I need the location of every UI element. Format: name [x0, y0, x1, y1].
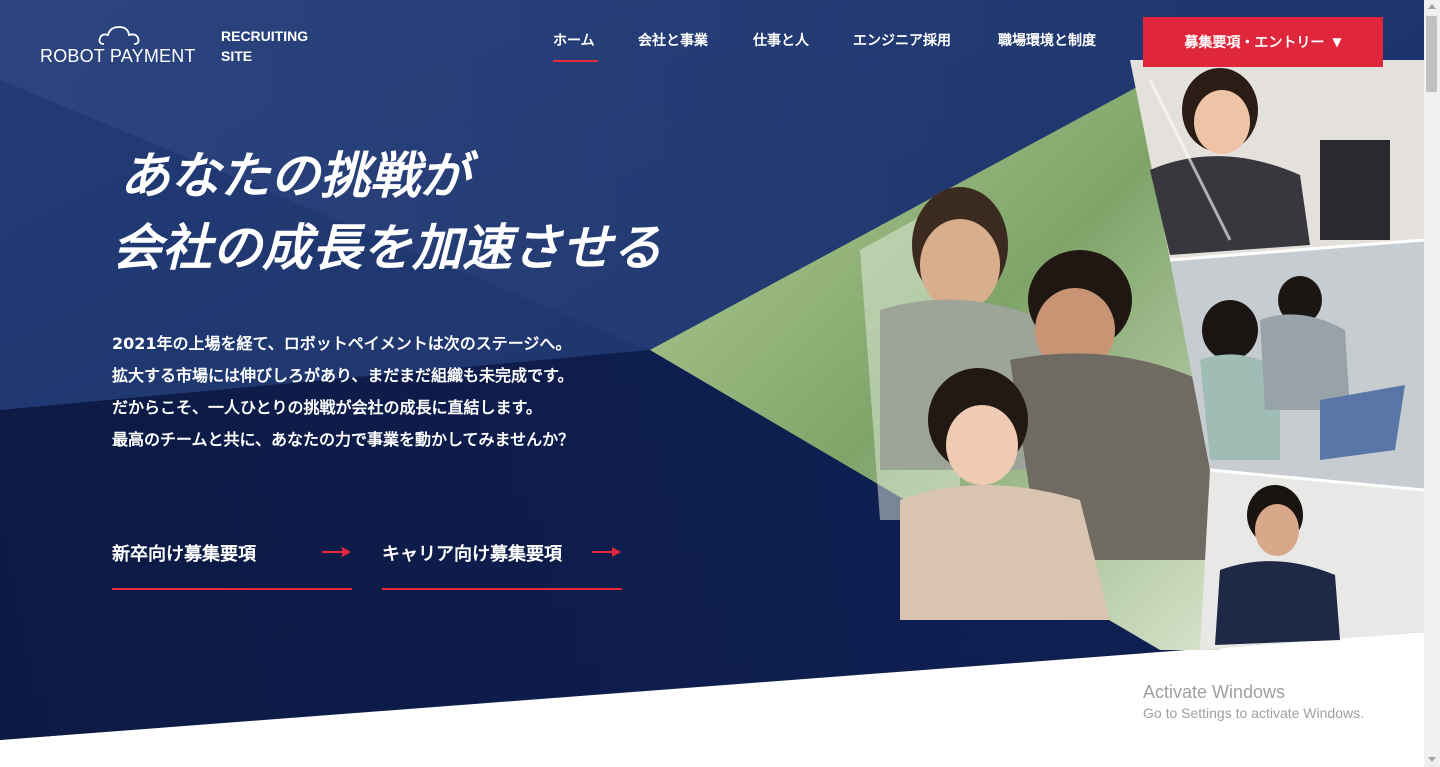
activate-windows-watermark: Activate Windows Go to Settings to activ… — [1143, 682, 1364, 721]
hero-headline: あなたの挑戦が 会社の成長を加速させる — [112, 140, 662, 284]
arrow-right-icon — [322, 547, 351, 557]
arrow-right-icon — [592, 547, 621, 557]
nav-item-work-people[interactable]: 仕事と人 — [753, 30, 809, 50]
scroll-thumb[interactable] — [1426, 16, 1437, 92]
scroll-up-icon[interactable] — [1428, 4, 1436, 9]
logo-text: ROBOT PAYMENT — [40, 46, 196, 66]
site-label-line2: SITE — [221, 48, 253, 64]
company-logo[interactable]: ROBOT PAYMENT — [40, 24, 200, 68]
link-label: 新卒向け募集要項 — [112, 544, 256, 565]
nav-item-engineer[interactable]: エンジニア採用 — [853, 30, 951, 50]
career-link[interactable]: キャリア向け募集要項 — [382, 538, 622, 590]
scroll-down-icon[interactable] — [1428, 757, 1436, 762]
activate-title: Activate Windows — [1143, 682, 1286, 702]
hero-body: 2021年の上場を経て、ロボットペイメントは次のステージへ。 拡大する市場には伸… — [112, 328, 574, 456]
caret-down-icon: ▼ — [1332, 35, 1342, 49]
entry-button[interactable]: 募集要項・エントリー ▼ — [1143, 17, 1383, 67]
nav-active-indicator — [553, 60, 598, 62]
headline-line1: あなたの挑戦が — [120, 147, 470, 205]
cloud-icon — [98, 26, 140, 45]
link-label: キャリア向け募集要項 — [382, 544, 562, 565]
headline-line2: 会社の成長を加速させる — [112, 219, 662, 277]
link-underline — [112, 588, 352, 590]
recruiting-site-label: RECRUITING SITE — [221, 26, 308, 66]
body-line: 最高のチームと共に、あなたの力で事業を動かしてみませんか？ — [112, 430, 575, 449]
hero-section: ROBOT PAYMENT RECRUITING SITE ホーム 会社と事業 … — [0, 0, 1424, 767]
link-underline — [382, 588, 622, 590]
site-label-line1: RECRUITING — [221, 28, 309, 44]
nav-item-company[interactable]: 会社と事業 — [638, 30, 708, 50]
body-line: 2021年の上場を経て、ロボットペイメントは次のステージへ。 — [112, 334, 572, 353]
activate-subtitle: Go to Settings to activate Windows. — [1143, 705, 1364, 721]
entry-button-label: 募集要項・エントリー — [1184, 35, 1325, 51]
body-line: だからこそ、一人ひとりの挑戦が会社の成長に直結します。 — [112, 398, 542, 417]
page-scrollbar[interactable] — [1424, 0, 1440, 767]
new-graduate-link[interactable]: 新卒向け募集要項 — [112, 538, 352, 590]
body-line: 拡大する市場には伸びしろがあり、まだまだ組織も未完成です。 — [112, 366, 574, 385]
nav-item-home[interactable]: ホーム — [553, 30, 595, 50]
nav-item-environment[interactable]: 職場環境と制度 — [998, 30, 1096, 50]
